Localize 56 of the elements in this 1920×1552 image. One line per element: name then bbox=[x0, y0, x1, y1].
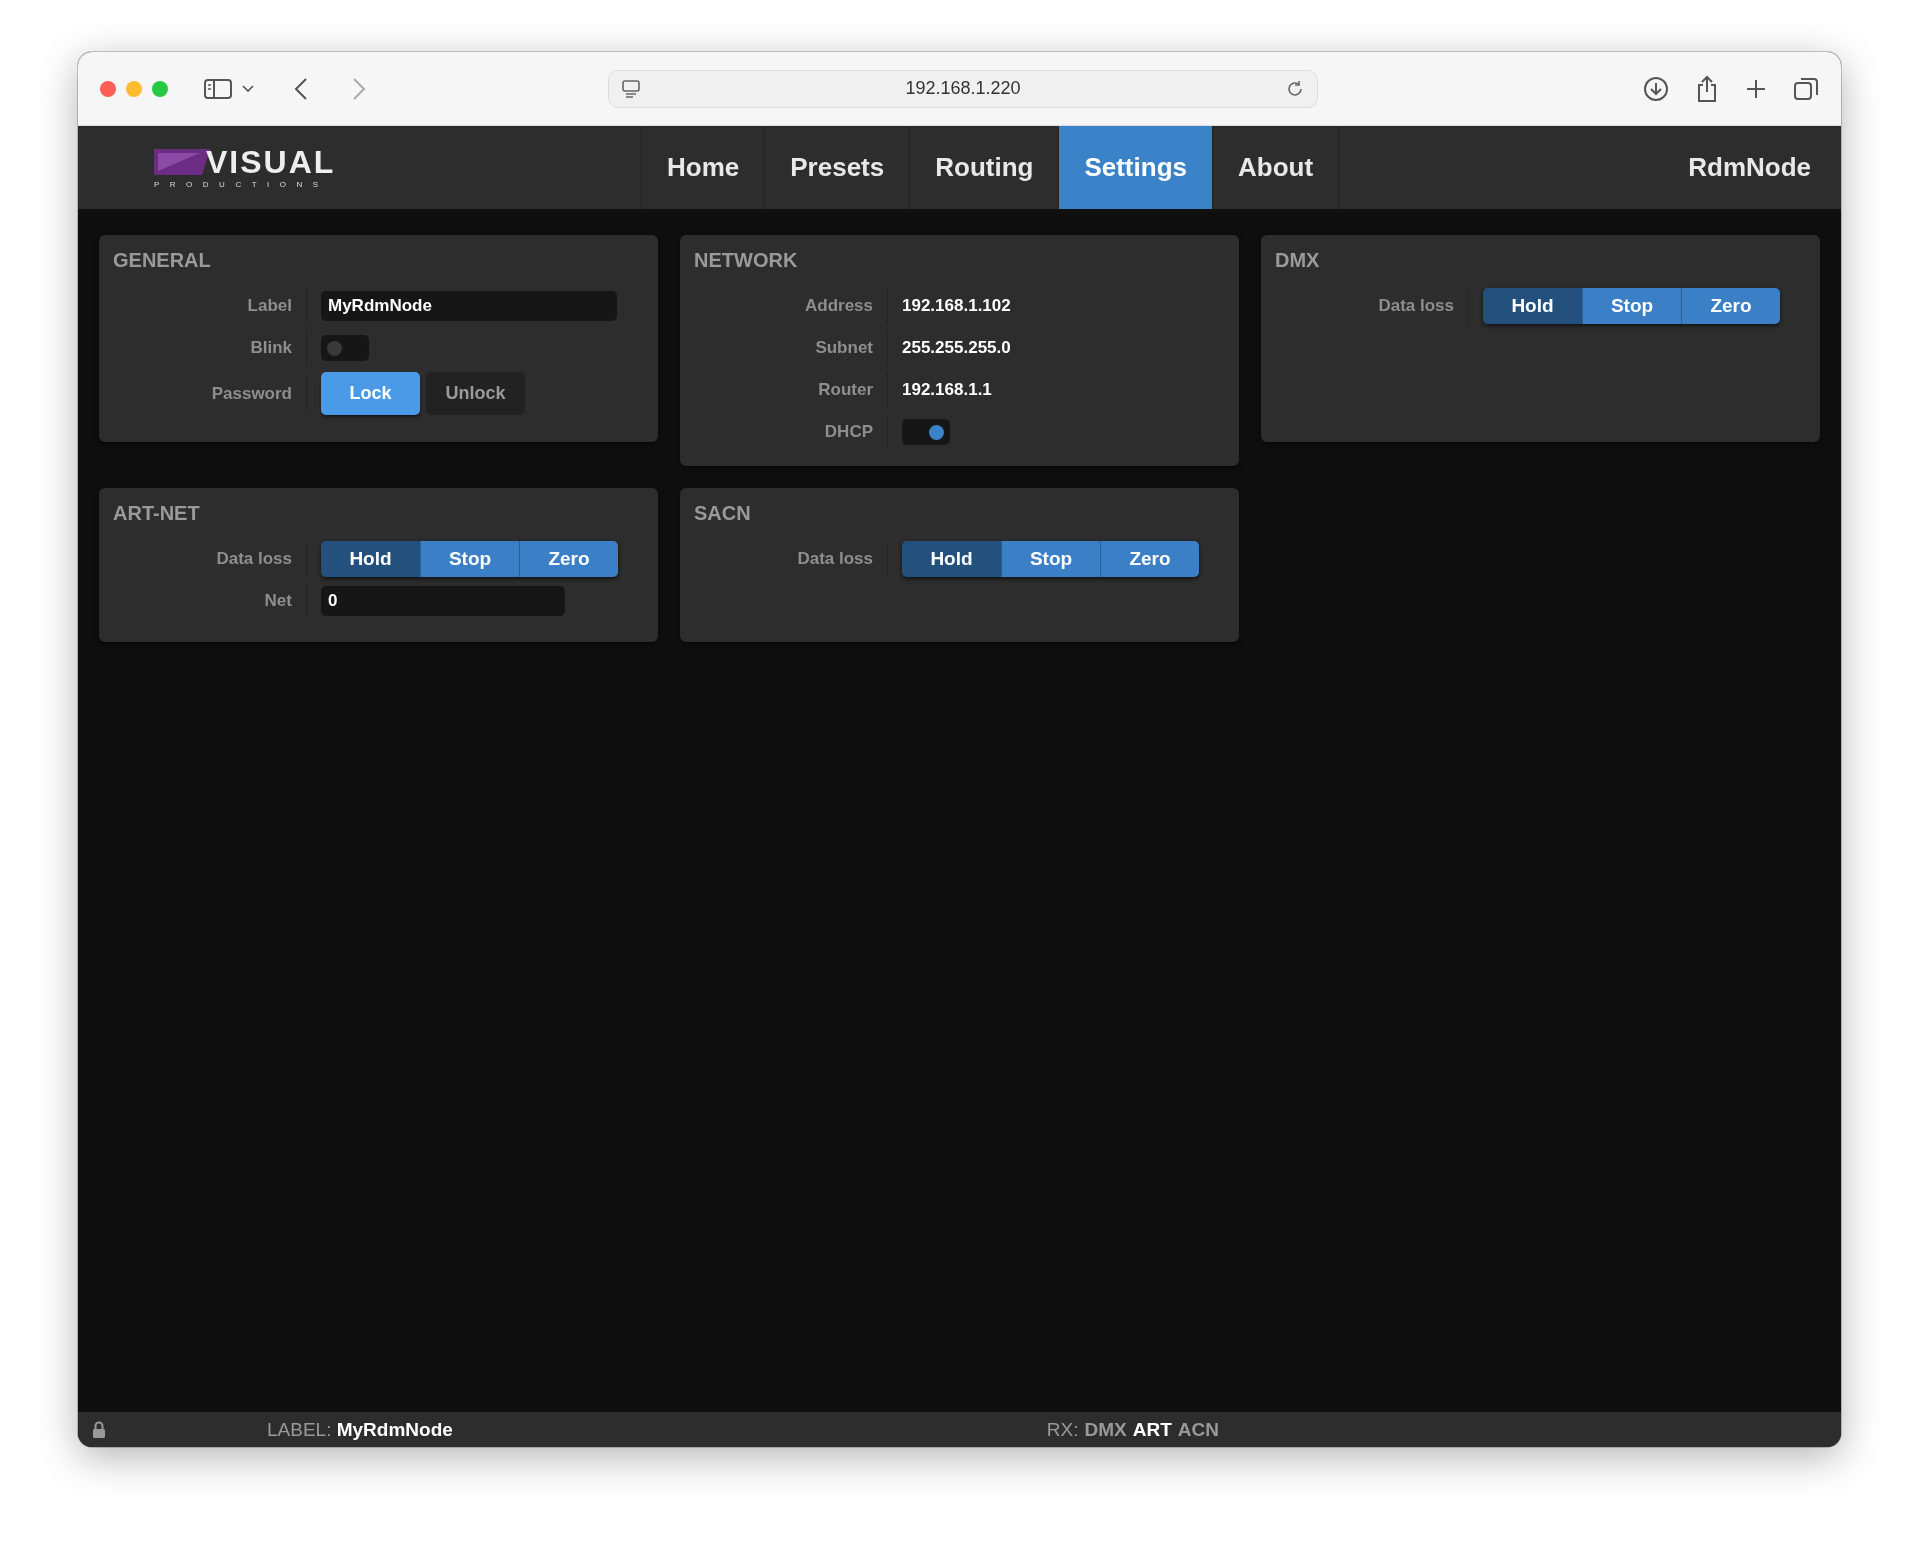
field-label: Blink bbox=[113, 330, 307, 366]
field-label: DHCP bbox=[694, 414, 888, 450]
address-text: 192.168.1.220 bbox=[904, 78, 1022, 99]
sidebar-icon[interactable] bbox=[204, 77, 232, 100]
field-label: Data loss bbox=[694, 541, 888, 577]
field-label: Net bbox=[113, 583, 307, 619]
panel-title: GENERAL bbox=[113, 249, 212, 272]
address-bar[interactable]: 192.168.1.220 bbox=[608, 69, 1318, 108]
new-tab-icon[interactable] bbox=[1745, 77, 1767, 100]
field-label: Address bbox=[694, 288, 888, 324]
value-text: 255.255.255.0 bbox=[902, 338, 1011, 358]
rx-indicator: ART bbox=[1132, 1418, 1172, 1441]
segment-button[interactable]: Stop bbox=[1582, 288, 1681, 324]
value-text: 192.168.1.1 bbox=[902, 380, 992, 400]
share-icon[interactable] bbox=[1695, 74, 1719, 103]
text-input[interactable]: MyRdmNode bbox=[321, 291, 617, 321]
rx-caption: RX: bbox=[1046, 1418, 1079, 1441]
panel-title: DMX bbox=[1275, 249, 1321, 272]
text-input[interactable]: 0 bbox=[321, 586, 565, 616]
field-label: Subnet bbox=[694, 330, 888, 366]
value-text: 192.168.1.102 bbox=[902, 296, 1011, 316]
segment-button[interactable]: Zero bbox=[1681, 288, 1780, 324]
page-settings-icon[interactable] bbox=[621, 78, 641, 99]
segment-button[interactable]: Hold bbox=[902, 541, 1001, 577]
device-name: RdmNode bbox=[1688, 152, 1811, 183]
field-label: Data loss bbox=[1275, 288, 1469, 324]
reload-icon[interactable] bbox=[1285, 78, 1305, 99]
panel-title: SACN bbox=[694, 502, 752, 525]
field-label: Data loss bbox=[113, 541, 307, 577]
company-logo: VISUAL PRODUCTIONS bbox=[154, 146, 337, 189]
toggle-switch[interactable] bbox=[321, 335, 369, 361]
option-button[interactable]: Unlock bbox=[426, 372, 525, 415]
back-icon[interactable] bbox=[294, 77, 308, 100]
tabs-overview-icon[interactable] bbox=[1793, 75, 1819, 102]
download-icon[interactable] bbox=[1643, 75, 1669, 102]
close-window-button[interactable] bbox=[100, 80, 116, 97]
panel-title: NETWORK bbox=[694, 249, 799, 272]
rx-indicator: DMX bbox=[1084, 1418, 1127, 1441]
chevron-down-icon[interactable] bbox=[242, 84, 254, 93]
nav-tab[interactable]: Home bbox=[641, 126, 765, 209]
field-label: Password bbox=[113, 375, 307, 412]
segment-button[interactable]: Zero bbox=[1100, 541, 1199, 577]
segment-button[interactable]: Hold bbox=[321, 541, 420, 577]
field-label: Router bbox=[694, 372, 888, 408]
status-label: LABEL: MyRdmNode bbox=[267, 1418, 453, 1441]
nav-tab[interactable]: Settings bbox=[1058, 126, 1212, 209]
nav-tab[interactable]: About bbox=[1212, 126, 1340, 209]
segment-button[interactable]: Hold bbox=[1483, 288, 1582, 324]
segment-button[interactable]: Stop bbox=[420, 541, 519, 577]
segment-button[interactable]: Stop bbox=[1001, 541, 1100, 577]
nav-tab[interactable]: Presets bbox=[764, 126, 910, 209]
rx-indicator: ACN bbox=[1177, 1418, 1219, 1441]
segment-button[interactable]: Zero bbox=[519, 541, 618, 577]
field-label: Label bbox=[113, 288, 307, 324]
panel-title: ART-NET bbox=[113, 502, 201, 525]
toggle-switch[interactable] bbox=[902, 419, 950, 445]
